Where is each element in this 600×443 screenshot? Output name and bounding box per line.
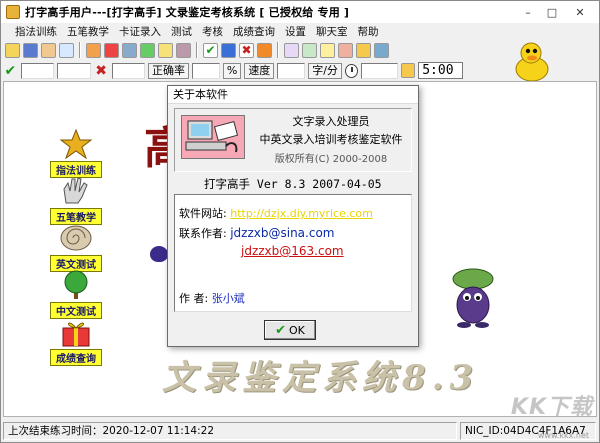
save-icon[interactable] — [23, 42, 38, 58]
main-toolbar: ✔ ✖ — [3, 40, 503, 60]
open-icon[interactable] — [5, 42, 20, 58]
people-icon[interactable] — [104, 42, 119, 58]
close-button[interactable]: ✕ — [565, 4, 595, 20]
dialog-info-panel: 软件网站: http://dzjx.diy.myrice.com 联系作者: j… — [174, 194, 412, 312]
dialog-header-group: 文字录入处理员 中英文录入培训考核鉴定软件 版权所有(C) 2000-2008 — [174, 108, 412, 172]
menu-scores[interactable]: 成绩查询 — [233, 24, 275, 39]
check-icon: ✔ — [275, 322, 287, 338]
toolbar-divider — [79, 42, 81, 58]
author-name-label: 作 者: — [179, 292, 209, 305]
mushroom-mascot-icon — [452, 268, 494, 328]
doc-icon[interactable] — [320, 42, 335, 58]
correct-rate-label: 正确率 — [147, 62, 189, 79]
last-practice-status: 上次结束练习时间：2020-12-07 11:14:22 — [3, 422, 457, 440]
toolbar-divider — [277, 42, 279, 58]
speed-label: 速度 — [244, 62, 275, 79]
wrong-icon: ✖ — [95, 62, 107, 79]
author-name: 张小斌 — [211, 292, 245, 305]
alarm-clock-icon[interactable] — [401, 63, 416, 78]
x-icon[interactable]: ✖ — [239, 42, 254, 58]
sidebar-button-wubi[interactable]: 五笔教学 — [50, 175, 102, 225]
menu-test[interactable]: 测试 — [171, 24, 192, 39]
correct-extra-field — [57, 62, 91, 79]
about-dialog: 关于本软件 文字录入处理员 中英文录入培训考核鉴定软件 版权所有(C) 2000… — [167, 85, 419, 347]
app-icon — [6, 5, 20, 19]
maximize-button[interactable]: □ — [541, 4, 563, 20]
stats-toolbar: ✔ ✖ 正确率 % 速度 字/分 5:00 — [3, 61, 463, 80]
toolbar-divider — [196, 42, 198, 58]
sidebar-button-scores[interactable]: 成绩查询 — [50, 316, 102, 366]
star-icon — [55, 128, 97, 160]
menu-wubi[interactable]: 五笔教学 — [67, 24, 109, 39]
edit-icon[interactable] — [41, 42, 56, 58]
gift-icon — [55, 316, 97, 348]
dialog-copyright: 版权所有(C) 2000-2008 — [274, 154, 388, 165]
menu-chat[interactable]: 聊天室 — [316, 24, 348, 39]
list-icon[interactable] — [302, 42, 317, 58]
ok-label: OK — [289, 323, 305, 337]
sidebar-button-english-test[interactable]: 英文测试 — [50, 222, 102, 272]
website-label: 软件网站: — [179, 207, 227, 220]
speed-unit-label: 字/分 — [308, 62, 342, 79]
sidebar-button-fingering[interactable]: 指法训练 — [50, 128, 102, 178]
check-icon[interactable]: ✔ — [203, 42, 218, 58]
tools-icon[interactable] — [176, 42, 191, 58]
dialog-line-2: 中英文录入培训考核鉴定软件 — [259, 133, 403, 146]
percent-label: % — [222, 62, 242, 79]
sidebar-label-scores: 成绩查询 — [50, 349, 102, 366]
dialog-line-1: 文字录入处理员 — [292, 115, 370, 128]
title-bar: 打字高手用户---[打字高手] 文录鉴定考核系统 [ 已授权给 专用 ] – □… — [1, 1, 599, 23]
ok-button[interactable]: ✔ OK — [264, 320, 316, 340]
duck-mascot-icon — [515, 42, 549, 82]
chart-icon[interactable] — [122, 42, 137, 58]
english-icon[interactable] — [59, 42, 74, 58]
background-banner: 文录鉴定系统8.3 — [162, 358, 480, 398]
correct-icon: ✔ — [4, 62, 17, 79]
minimize-button[interactable]: – — [517, 4, 539, 20]
alarm-icon[interactable] — [356, 42, 371, 58]
menu-help[interactable]: 帮助 — [358, 24, 379, 39]
shell-icon — [55, 222, 97, 254]
decorative-blob — [150, 246, 168, 262]
exit-icon[interactable] — [374, 42, 389, 58]
watermark-logo: KK下载 — [510, 395, 593, 420]
menu-bar: 指法训练 五笔教学 卡证录入 测试 考核 成绩查询 设置 聊天室 帮助 — [1, 23, 599, 40]
orange-square-icon[interactable] — [257, 42, 272, 58]
sidebar-button-chinese-test[interactable]: 中文测试 — [50, 269, 102, 319]
status-bar: 上次结束练习时间：2020-12-07 11:14:22 NIC_ID:04D4… — [1, 420, 599, 442]
correct-rate-field — [191, 62, 220, 79]
dialog-title: 关于本软件 — [168, 86, 418, 104]
timer-display: 5:00 — [418, 62, 463, 79]
bar-chart-icon[interactable] — [284, 42, 299, 58]
email-163[interactable]: jdzzxb@163.com — [241, 244, 344, 258]
menu-fingering[interactable]: 指法训练 — [15, 24, 57, 39]
window-controls: – □ ✕ — [517, 4, 595, 20]
watermark-url: www.kkx.net — [537, 431, 589, 440]
menu-card-entry[interactable]: 卡证录入 — [119, 24, 161, 39]
tree-icon — [55, 269, 97, 301]
website-link[interactable]: http://dzjx.diy.myrice.com — [230, 207, 373, 220]
hand-icon — [55, 175, 97, 207]
dialog-version: 打字高手 Ver 8.3 2007-04-05 — [204, 177, 382, 191]
window-title: 打字高手用户---[打字高手] 文录鉴定考核系统 [ 已授权给 专用 ] — [25, 6, 350, 19]
user-icon[interactable] — [86, 42, 101, 58]
grid-icon[interactable] — [140, 42, 155, 58]
correct-count-field — [20, 62, 55, 79]
group-icon[interactable] — [338, 42, 353, 58]
menu-settings[interactable]: 设置 — [285, 24, 306, 39]
speed-field — [277, 62, 306, 79]
elapsed-field — [361, 62, 399, 79]
computer-illustration-icon — [181, 115, 245, 159]
blue-square-icon[interactable] — [221, 42, 236, 58]
stopwatch-icon — [344, 63, 359, 78]
email-sina[interactable]: jdzzxb@sina.com — [230, 226, 334, 240]
settings-icon[interactable] — [158, 42, 173, 58]
author-contact-label: 联系作者: — [179, 227, 227, 240]
menu-exam[interactable]: 考核 — [202, 24, 223, 39]
wrong-count-field — [111, 62, 145, 79]
app-window: 打字高手用户---[打字高手] 文录鉴定考核系统 [ 已授权给 专用 ] – □… — [0, 0, 600, 443]
